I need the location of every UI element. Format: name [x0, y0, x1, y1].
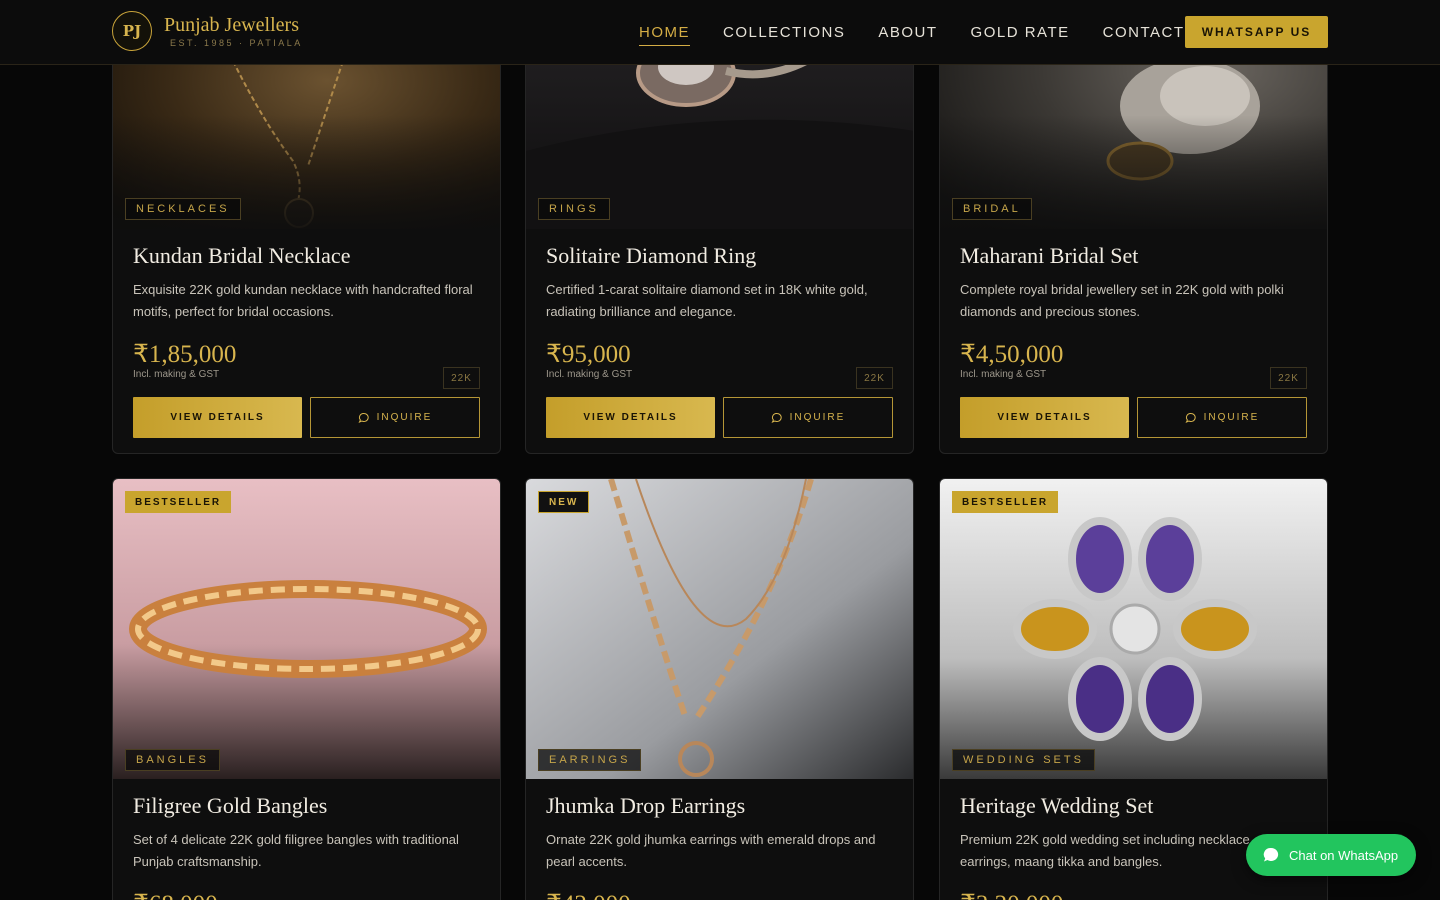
category-tag: NECKLACES: [125, 198, 241, 220]
price-note: Incl. making & GST: [546, 369, 633, 380]
category-tag: BRIDAL: [952, 198, 1032, 220]
product-title[interactable]: Jhumka Drop Earrings: [546, 793, 893, 819]
bestseller-badge: BESTSELLER: [952, 491, 1059, 513]
product-description: Ornate 22K gold jhumka earrings with eme…: [546, 832, 876, 869]
product-card: NECKLACES Kundan Bridal Necklace Exquisi…: [112, 0, 501, 454]
inquire-label: INQUIRE: [789, 412, 846, 423]
site-header: PJ Punjab Jewellers EST. 1985 · PATIALA …: [0, 0, 1440, 65]
nav-collections[interactable]: COLLECTIONS: [723, 24, 845, 41]
inquire-button[interactable]: INQUIRE: [310, 397, 480, 438]
product-description: Certified 1-carat solitaire diamond set …: [546, 282, 868, 319]
category-tag: RINGS: [538, 198, 610, 220]
product-price: ₹1,85,000: [133, 341, 237, 368]
product-title[interactable]: Maharani Bridal Set: [960, 243, 1307, 269]
product-title[interactable]: Kundan Bridal Necklace: [133, 243, 480, 269]
whatsapp-chat-icon: [1263, 847, 1279, 862]
nav-about[interactable]: ABOUT: [878, 24, 937, 41]
product-card: NEW EARRINGS Jhumka Drop Earrings Ornate…: [525, 478, 914, 900]
view-details-button[interactable]: VIEW DETAILS: [133, 397, 302, 438]
inquire-label: INQUIRE: [1203, 412, 1260, 423]
product-card: BRIDAL Maharani Bridal Set Complete roya…: [939, 0, 1328, 454]
product-image[interactable]: NEW EARRINGS: [526, 479, 913, 779]
chat-bubble-icon: [1185, 412, 1196, 423]
product-price: ₹68,000: [133, 889, 480, 900]
product-image[interactable]: BESTSELLER BANGLES: [113, 479, 500, 779]
inquire-button[interactable]: INQUIRE: [723, 397, 893, 438]
product-title[interactable]: Filigree Gold Bangles: [133, 793, 480, 819]
chat-label: Chat on WhatsApp: [1289, 847, 1399, 863]
karat-badge: 22K: [443, 367, 480, 389]
brand-logo[interactable]: PJ Punjab Jewellers EST. 1985 · PATIALA: [112, 11, 303, 51]
logo-monogram: PJ: [112, 11, 152, 51]
category-tag: EARRINGS: [538, 749, 642, 771]
product-description: Set of 4 delicate 22K gold filigree bang…: [133, 832, 459, 869]
chat-bubble-icon: [358, 412, 369, 423]
inquire-button[interactable]: INQUIRE: [1137, 397, 1307, 438]
earrings-photo: [526, 479, 913, 779]
category-tag: BANGLES: [125, 749, 220, 771]
nav-home[interactable]: HOME: [639, 24, 690, 46]
product-image[interactable]: BESTSELLER WEDDING SETS: [940, 479, 1327, 779]
brand-tagline: EST. 1985 · PATIALA: [170, 38, 303, 48]
price-note: Incl. making & GST: [960, 369, 1047, 380]
product-price: ₹42,000: [546, 889, 893, 900]
price-note: Incl. making & GST: [133, 369, 220, 380]
brand-name: Punjab Jewellers: [164, 14, 299, 36]
chat-on-whatsapp-button[interactable]: Chat on WhatsApp: [1246, 834, 1416, 876]
nav-contact[interactable]: CONTACT: [1103, 24, 1185, 41]
karat-badge: 22K: [856, 367, 893, 389]
product-price: ₹95,000: [546, 341, 631, 368]
product-card: RINGS Solitaire Diamond Ring Certified 1…: [525, 0, 914, 454]
product-title[interactable]: Solitaire Diamond Ring: [546, 243, 893, 269]
inquire-label: INQUIRE: [376, 412, 433, 423]
product-title[interactable]: Heritage Wedding Set: [960, 793, 1307, 819]
whatsapp-us-button[interactable]: WHATSAPP US: [1185, 16, 1328, 48]
main-nav: HOME COLLECTIONS ABOUT GOLD RATE CONTACT: [639, 0, 1218, 65]
karat-badge: 22K: [1270, 367, 1307, 389]
bangles-photo: [113, 479, 500, 779]
view-details-button[interactable]: VIEW DETAILS: [546, 397, 715, 438]
product-price: ₹4,50,000: [960, 341, 1064, 368]
product-description: Complete royal bridal jewellery set in 2…: [960, 282, 1284, 319]
new-badge: NEW: [538, 491, 590, 513]
category-tag: WEDDING SETS: [952, 749, 1095, 771]
product-description: Exquisite 22K gold kundan necklace with …: [133, 282, 473, 319]
nav-gold-rate[interactable]: GOLD RATE: [971, 24, 1070, 41]
chat-bubble-icon: [771, 412, 782, 423]
wedding-set-photo: [940, 479, 1327, 779]
bestseller-badge: BESTSELLER: [125, 491, 232, 513]
product-card: BESTSELLER BANGLES Filigree Gold Bangles…: [112, 478, 501, 900]
view-details-button[interactable]: VIEW DETAILS: [960, 397, 1129, 438]
product-price: ₹3,20,000: [960, 889, 1307, 900]
